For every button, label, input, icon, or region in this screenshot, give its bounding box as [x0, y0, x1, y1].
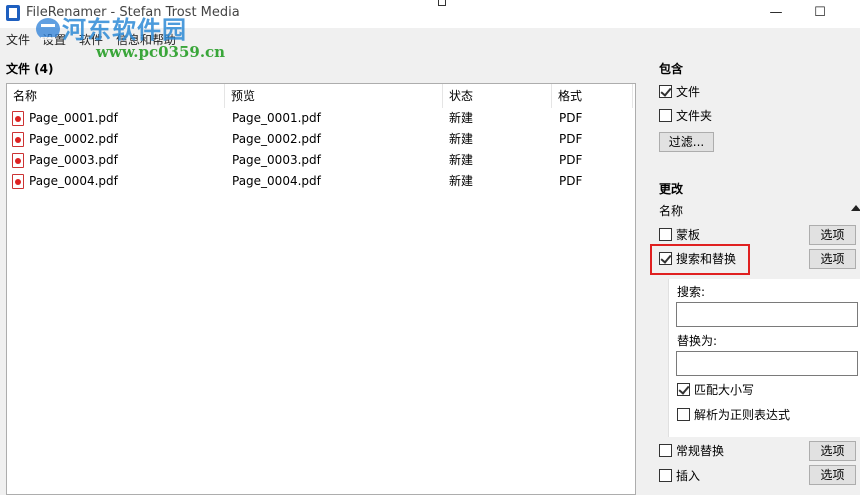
- column-status[interactable]: 状态: [443, 84, 552, 108]
- include-files-checkbox[interactable]: 文件: [659, 84, 700, 102]
- include-folders-checkbox[interactable]: 文件夹: [659, 108, 712, 126]
- table-row[interactable]: Page_0003.pdf Page_0003.pdf 新建 PDF: [7, 150, 635, 171]
- regex-label: 解析为正则表达式: [694, 408, 791, 422]
- replace-input[interactable]: [676, 351, 858, 376]
- filter-button[interactable]: 过滤...: [659, 132, 714, 152]
- file-status: 新建: [449, 111, 474, 125]
- template-checkbox[interactable]: 蒙板: [659, 227, 700, 245]
- collapse-arrow-icon[interactable]: [851, 205, 860, 211]
- file-preview: Page_0001.pdf: [232, 111, 321, 125]
- file-name: Page_0002.pdf: [29, 132, 118, 146]
- checkbox-checked-icon: [659, 85, 672, 98]
- include-heading: 包含: [659, 62, 684, 76]
- file-status: 新建: [449, 132, 474, 146]
- window-title: FileRenamer - Stefan Trost Media: [26, 5, 240, 20]
- pdf-file-icon: [12, 111, 24, 126]
- pdf-file-icon: [12, 174, 24, 189]
- file-preview: Page_0002.pdf: [232, 132, 321, 146]
- checkbox-unchecked-icon: [659, 469, 672, 482]
- files-count-label: 文件 (4): [6, 62, 54, 76]
- file-status: 新建: [449, 153, 474, 167]
- window-marker: [438, 0, 446, 6]
- app-icon: [6, 5, 20, 21]
- file-list[interactable]: 名称 预览 状态 格式 Page_0001.pdf Page_0001.pdf …: [6, 83, 636, 495]
- file-name: Page_0004.pdf: [29, 174, 118, 188]
- include-folders-label: 文件夹: [676, 109, 713, 123]
- menu-help[interactable]: 信息和帮助: [116, 31, 176, 48]
- maximize-button[interactable]: ☐: [806, 4, 834, 22]
- file-preview: Page_0004.pdf: [232, 174, 321, 188]
- insert-label: 插入: [676, 469, 701, 483]
- menu-settings[interactable]: 设置: [42, 31, 66, 48]
- insert-checkbox[interactable]: 插入: [659, 468, 700, 486]
- pdf-file-icon: [12, 132, 24, 147]
- file-format: PDF: [559, 111, 583, 125]
- regex-checkbox[interactable]: 解析为正则表达式: [677, 407, 790, 425]
- highlight-box: [650, 244, 750, 275]
- checkbox-unchecked-icon: [677, 408, 690, 421]
- file-status: 新建: [449, 174, 474, 188]
- column-format[interactable]: 格式: [552, 84, 633, 108]
- file-format: PDF: [559, 174, 583, 188]
- match-case-label: 匹配大小写: [694, 383, 755, 397]
- file-name: Page_0001.pdf: [29, 111, 118, 125]
- column-name[interactable]: 名称: [7, 84, 225, 108]
- pdf-file-icon: [12, 153, 24, 168]
- file-name: Page_0003.pdf: [29, 153, 118, 167]
- regular-replace-options-button[interactable]: 选项: [809, 441, 856, 461]
- name-heading: 名称: [659, 204, 684, 218]
- table-row[interactable]: Page_0002.pdf Page_0002.pdf 新建 PDF: [7, 129, 635, 150]
- insert-options-button[interactable]: 选项: [809, 465, 856, 485]
- table-row[interactable]: Page_0004.pdf Page_0004.pdf 新建 PDF: [7, 171, 635, 192]
- table-row[interactable]: Page_0001.pdf Page_0001.pdf 新建 PDF: [7, 108, 635, 129]
- include-files-label: 文件: [676, 85, 701, 99]
- checkbox-unchecked-icon: [659, 109, 672, 122]
- checkbox-unchecked-icon: [659, 228, 672, 241]
- file-format: PDF: [559, 132, 583, 146]
- column-preview[interactable]: 预览: [225, 84, 443, 108]
- search-label: 搜索:: [677, 285, 706, 299]
- menu-software[interactable]: 软件: [79, 31, 103, 48]
- file-preview: Page_0003.pdf: [232, 153, 321, 167]
- regular-replace-label: 常规替换: [676, 444, 725, 458]
- search-replace-options-button[interactable]: 选项: [809, 249, 856, 269]
- change-heading: 更改: [659, 182, 684, 196]
- replace-label: 替换为:: [677, 334, 718, 348]
- menu-bar: 文件 设置 软件 信息和帮助: [0, 28, 860, 50]
- template-options-button[interactable]: 选项: [809, 225, 856, 245]
- checkbox-unchecked-icon: [659, 444, 672, 457]
- search-input[interactable]: [676, 302, 858, 327]
- template-label: 蒙板: [676, 228, 701, 242]
- menu-file[interactable]: 文件: [6, 31, 30, 48]
- checkbox-checked-icon: [677, 383, 690, 396]
- title-bar: FileRenamer - Stefan Trost Media — ☐: [0, 0, 860, 28]
- regular-replace-checkbox[interactable]: 常规替换: [659, 443, 724, 461]
- match-case-checkbox[interactable]: 匹配大小写: [677, 382, 754, 400]
- minimize-button[interactable]: —: [762, 4, 790, 22]
- file-format: PDF: [559, 153, 583, 167]
